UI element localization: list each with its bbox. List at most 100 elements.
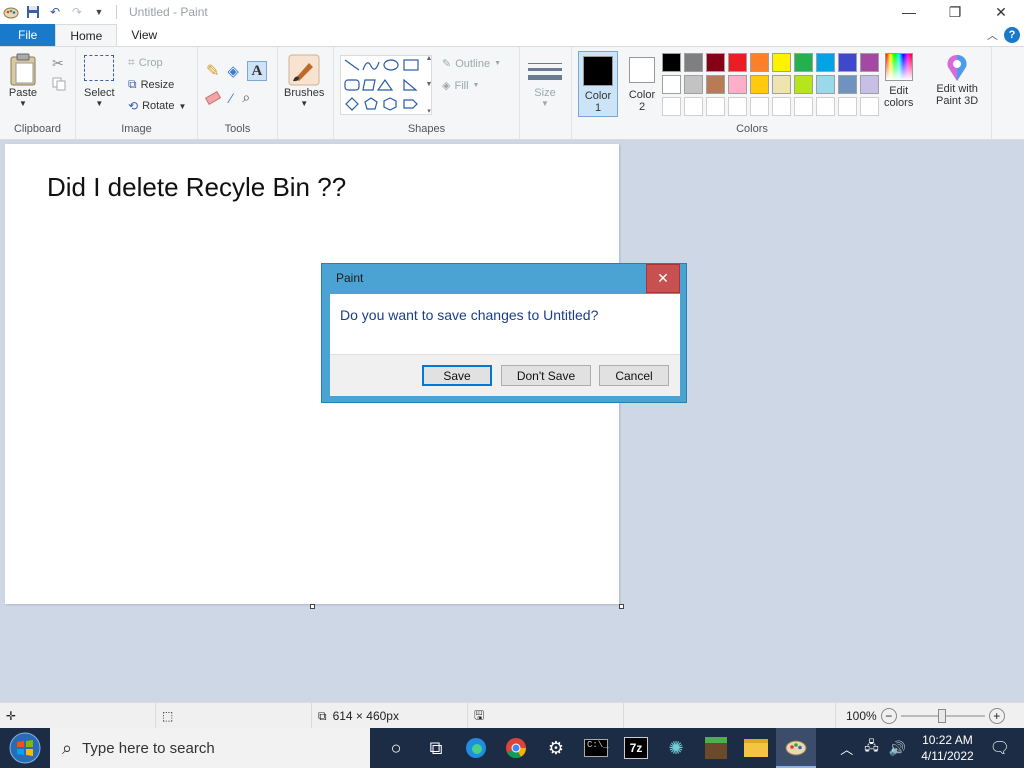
shapes-scroll[interactable]: ▲ ▼ ▾: [424, 55, 434, 115]
palette-swatch[interactable]: [860, 53, 879, 72]
eraser-icon[interactable]: [204, 90, 222, 105]
dont-save-button[interactable]: Don't Save: [501, 365, 591, 386]
command-prompt-icon[interactable]: C:\_: [576, 728, 616, 768]
select-button[interactable]: Select ▼: [84, 55, 115, 108]
resize-handle-corner[interactable]: [619, 604, 624, 609]
palette-swatch[interactable]: [684, 75, 703, 94]
color-picker-icon[interactable]: ⁄: [230, 90, 232, 106]
outline-button[interactable]: ✎ Outline ▼: [442, 57, 501, 71]
tab-file[interactable]: File: [0, 24, 56, 46]
tab-home[interactable]: Home: [55, 24, 118, 46]
minimize-button[interactable]: —: [886, 0, 932, 24]
fill-button[interactable]: ◈ Fill ▼: [442, 79, 479, 93]
brushes-button[interactable]: Brushes ▼: [284, 53, 324, 108]
palette-swatch[interactable]: [662, 75, 681, 94]
tab-view[interactable]: View: [117, 24, 171, 46]
redo-icon[interactable]: ↷: [68, 3, 86, 21]
volume-icon[interactable]: 🔊: [889, 740, 906, 757]
scroll-down-icon[interactable]: ▼: [426, 81, 433, 88]
color2-button[interactable]: Color 2: [622, 51, 662, 117]
collapse-ribbon-icon[interactable]: ︿: [987, 27, 998, 43]
palette-custom-swatch[interactable]: [684, 97, 703, 116]
palette-swatch[interactable]: [838, 75, 857, 94]
color1-button[interactable]: Color 1: [578, 51, 618, 117]
ribbon-tabs: File Home View ︿ ?: [0, 24, 1024, 46]
palette-swatch[interactable]: [860, 75, 879, 94]
palette-custom-swatch[interactable]: [794, 97, 813, 116]
expand-icon[interactable]: ▾: [427, 107, 431, 115]
palette-custom-swatch[interactable]: [772, 97, 791, 116]
taskbar-search[interactable]: ⌕ Type here to search: [50, 728, 370, 768]
undo-icon[interactable]: ↶: [46, 3, 64, 21]
palette-swatch[interactable]: [838, 53, 857, 72]
paint-app-icon[interactable]: [2, 3, 20, 21]
cortana-icon[interactable]: ○: [376, 728, 416, 768]
show-hidden-icons-icon[interactable]: ︿: [840, 739, 853, 758]
edit-with-paint3d-button[interactable]: Edit with Paint 3D: [936, 53, 978, 107]
fill-bucket-icon[interactable]: ◈: [227, 62, 239, 80]
palette-swatch[interactable]: [772, 53, 791, 72]
magnifier-icon[interactable]: ⌕: [242, 89, 250, 106]
tools-row-1: ✎ ◈ A: [206, 61, 267, 81]
palette-custom-swatch[interactable]: [838, 97, 857, 116]
help-icon[interactable]: ?: [1004, 27, 1020, 43]
palette-custom-swatch[interactable]: [662, 97, 681, 116]
paint-taskbar-icon[interactable]: [776, 728, 816, 768]
text-tool-icon[interactable]: A: [246, 61, 267, 81]
resize-handle-bottom[interactable]: [310, 604, 315, 609]
palette-swatch[interactable]: [706, 75, 725, 94]
zoom-slider-thumb[interactable]: [937, 709, 946, 723]
palette-swatch[interactable]: [662, 53, 681, 72]
palette-custom-swatch[interactable]: [750, 97, 769, 116]
save-icon[interactable]: [24, 3, 42, 21]
dialog-close-button[interactable]: ✕: [646, 264, 680, 293]
palette-swatch[interactable]: [816, 75, 835, 94]
palette-swatch[interactable]: [794, 53, 813, 72]
palette-swatch[interactable]: [706, 53, 725, 72]
copy-button[interactable]: [52, 77, 66, 91]
file-explorer-icon[interactable]: [736, 728, 776, 768]
settings-gear-icon[interactable]: ⚙: [536, 728, 576, 768]
palette-swatch[interactable]: [728, 75, 747, 94]
cancel-button[interactable]: Cancel: [599, 365, 669, 386]
palette-custom-swatch[interactable]: [728, 97, 747, 116]
network-icon[interactable]: 🖧: [864, 737, 879, 759]
task-view-icon[interactable]: ⧉: [416, 728, 456, 768]
customize-qat-icon[interactable]: ▼: [90, 3, 108, 21]
zoom-slider[interactable]: [900, 708, 985, 724]
palette-swatch[interactable]: [816, 53, 835, 72]
palette-swatch[interactable]: [728, 53, 747, 72]
resize-button[interactable]: ⧉ Resize: [128, 77, 174, 92]
pencil-icon[interactable]: ✎: [206, 61, 219, 81]
chrome-icon[interactable]: [496, 728, 536, 768]
palette-custom-swatch[interactable]: [706, 97, 725, 116]
notifications-icon[interactable]: 🗨: [990, 738, 1010, 758]
zoom-in-icon[interactable]: +: [988, 708, 1005, 724]
paste-button[interactable]: Paste ▼: [8, 53, 38, 108]
7zip-icon[interactable]: 7z: [616, 728, 656, 768]
start-button[interactable]: [0, 728, 50, 768]
size-button[interactable]: Size ▼: [528, 55, 562, 108]
clock[interactable]: 10:22 AM 4/11/2022: [921, 732, 974, 764]
minecraft-icon[interactable]: [696, 728, 736, 768]
zoom-out-icon[interactable]: −: [880, 708, 897, 724]
palette-swatch[interactable]: [772, 75, 791, 94]
globe-app-icon[interactable]: ✺: [656, 728, 696, 768]
edit-colors-button[interactable]: Edit colors: [884, 53, 913, 109]
paste-dropdown-icon: ▼: [19, 99, 27, 108]
crop-button[interactable]: ⌗ Crop: [128, 55, 163, 70]
maximize-button[interactable]: ❐: [932, 0, 978, 24]
palette-swatch[interactable]: [750, 53, 769, 72]
close-button[interactable]: ✕: [978, 0, 1024, 24]
palette-swatch[interactable]: [684, 53, 703, 72]
palette-swatch[interactable]: [794, 75, 813, 94]
shapes-gallery[interactable]: [340, 55, 432, 115]
palette-custom-swatch[interactable]: [860, 97, 879, 116]
scroll-up-icon[interactable]: ▲: [426, 55, 433, 62]
cut-button[interactable]: ✂: [52, 55, 64, 72]
palette-swatch[interactable]: [750, 75, 769, 94]
rotate-button[interactable]: ⟲ Rotate ▼: [128, 99, 186, 113]
palette-custom-swatch[interactable]: [816, 97, 835, 116]
save-button[interactable]: Save: [422, 365, 492, 386]
edge-icon[interactable]: [456, 728, 496, 768]
